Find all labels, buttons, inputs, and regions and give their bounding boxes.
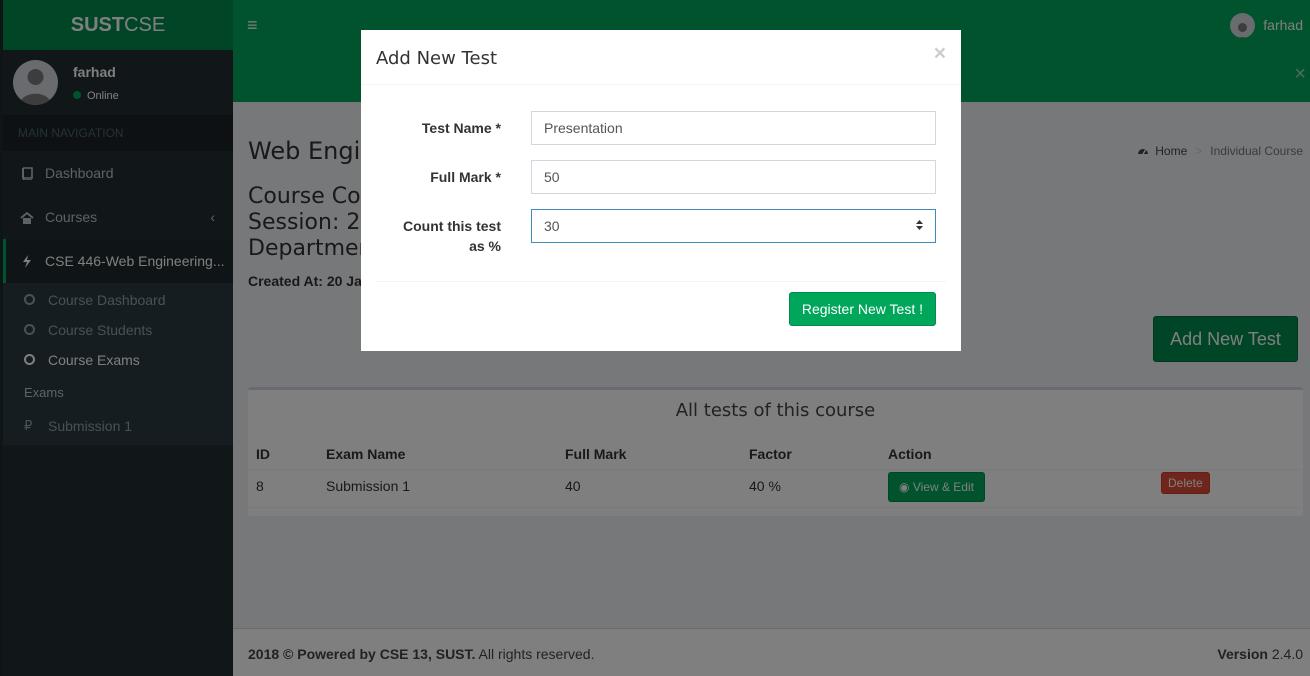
number-spinner-icon[interactable] [915, 218, 924, 232]
register-new-test-button[interactable]: Register New Test ! [788, 292, 936, 326]
modal-header: Add New Test × [361, 30, 961, 85]
count-percent-label: Count this test as % [403, 218, 501, 254]
full-mark-input[interactable] [531, 160, 936, 194]
test-name-label: Test Name * [421, 120, 501, 136]
modal-close-icon[interactable]: × [934, 43, 946, 64]
test-name-input[interactable] [531, 111, 936, 145]
count-percent-input[interactable] [531, 209, 936, 243]
modal-footer: Register New Test ! [376, 281, 946, 351]
full-mark-label: Full Mark * [430, 169, 501, 185]
add-test-modal: Add New Test × Test Name * Full Mark * C… [361, 30, 961, 351]
count-percent-wrapper [531, 209, 936, 243]
modal-title: Add New Test [376, 48, 497, 69]
modal-body: Test Name * Full Mark * Count this test … [361, 85, 961, 282]
